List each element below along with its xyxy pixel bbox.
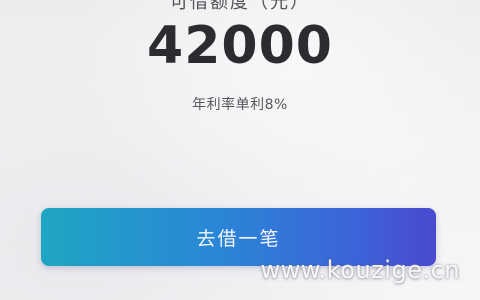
borrow-button-label: 去借一笔 (196, 227, 281, 250)
interest-rate-text: 年利率单利8% (192, 97, 288, 113)
loan-screen: 可借额度（元） 42000 年利率单利8% 去借一笔 www.kouzige.c… (0, 0, 480, 300)
watermark-text: www.kouzige.cn (260, 256, 460, 284)
amount-label: 可借额度（元） (170, 0, 310, 13)
available-amount: 42000 (147, 16, 333, 76)
